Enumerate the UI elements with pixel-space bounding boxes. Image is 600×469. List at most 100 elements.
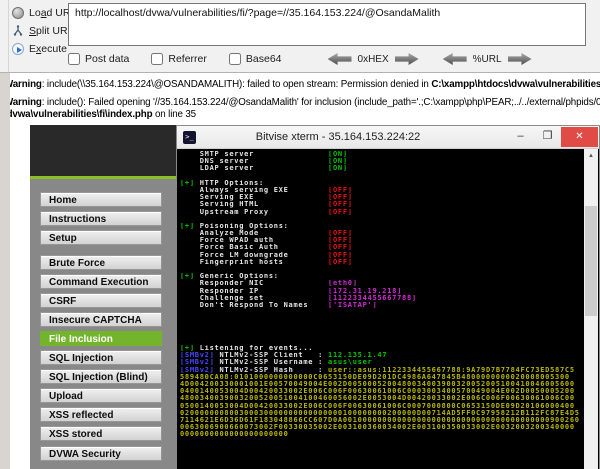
sidebar-item-xss-stored[interactable]: XSS stored <box>40 426 162 441</box>
sidebar-menu: Home Instructions Setup Brute Force Command … <box>40 192 162 465</box>
terminal-line: Responder NIC [eth0] <box>180 280 358 288</box>
referrer-checkbox[interactable] <box>151 53 164 65</box>
sidebar-item-instructions[interactable]: Instructions <box>40 211 162 226</box>
url-input[interactable]: http://localhost/dvwa/vulnerabilities/fi… <box>68 3 586 46</box>
sidebar-item-sql-injection[interactable]: SQL Injection <box>40 350 162 365</box>
terminal-content: SMTP server [ON] DNS server [ON] LDAP se… <box>177 149 599 469</box>
load-url-icon <box>12 7 24 19</box>
terminal-line: [SMBv2] NTLMv2-SSP Username : asus\user <box>180 359 373 367</box>
hex-label: 0xHEX <box>357 53 389 65</box>
maximize-button[interactable]: ❐ <box>534 127 561 147</box>
terminal-titlebar[interactable]: >_ Bitvise xterm - 35.164.153.224:22 – ❐… <box>177 126 599 149</box>
terminal-line: LDAP server [ON] <box>180 165 348 173</box>
php-warning-2: Warning: include(): Failed opening '//35… <box>4 97 600 120</box>
terminal-line: 0400140053004D00420033002E006C006F006300… <box>180 388 575 396</box>
referrer-checkbox-wrap: Referrer <box>151 53 207 65</box>
terminal-line: 7114621E6D36D61F183048866CC607D0A0010000… <box>180 416 580 424</box>
post-data-checkbox-wrap: Post data <box>68 53 129 65</box>
terminal-line: [+] Listening for events... <box>180 345 314 353</box>
terminal-line: Force LM downgrade [OFF] <box>180 251 353 259</box>
minimize-button[interactable]: – <box>507 127 534 147</box>
terminal-line: Analyze Mode [OFF] <box>180 230 353 238</box>
sidebar-item-csrf[interactable]: CSRF <box>40 293 162 308</box>
php-warning-1: Warning: include(\\35.164.153.224\@OSAND… <box>4 79 600 90</box>
terminal-line: SMTP server [ON] <box>180 151 348 158</box>
base64-checkbox[interactable] <box>228 53 241 65</box>
terminal-output: SMTP server [ON] DNS server [ON] LDAP se… <box>180 151 585 439</box>
hex-encode-arrow[interactable] <box>394 53 419 65</box>
base64-checkbox-wrap: Base64 <box>228 53 282 65</box>
hex-encoder-control: 0xHEX <box>327 53 419 65</box>
execute-label: Execute <box>29 43 67 55</box>
sidebar-item-insecure-captcha[interactable]: Insecure CAPTCHA <box>40 312 162 327</box>
execute-icon <box>12 43 24 55</box>
post-data-label: Post data <box>85 53 130 65</box>
sidebar-item-command-execution[interactable]: Command Execution <box>40 274 162 289</box>
terminal-line: Serving HTML [OFF] <box>180 201 353 209</box>
hackbar-toolbar: Load URL Split URL Execute http://localh… <box>0 0 600 73</box>
terminal-line: [+] Generic Options: <box>180 273 279 281</box>
referrer-label: Referrer <box>168 53 207 65</box>
terminal-line: 0200000008003000300000000000000001000000… <box>180 409 580 417</box>
window-controls: – ❐ ✕ <box>507 127 598 147</box>
terminal-line: [+] Poisoning Options: <box>180 222 289 230</box>
hex-decode-arrow[interactable] <box>327 53 352 65</box>
url-encoder-control: %URL <box>442 53 532 65</box>
sidebar-item-file-inclusion[interactable]: File Inclusion <box>40 331 162 346</box>
terminal-line: [+] HTTP Options: <box>180 179 264 187</box>
sidebar-item-brute-force[interactable]: Brute Force <box>40 255 162 270</box>
base64-label: Base64 <box>245 53 282 65</box>
terminal-line: Always serving EXE [OFF] <box>180 186 353 194</box>
sidebar-item-sql-injection-blind[interactable]: SQL Injection (Blind) <box>40 369 162 384</box>
terminal-line: Force Basic Auth [OFF] <box>180 244 353 252</box>
terminal-line: [SMBv2] NTLMv2-SSP Hash : user::asus:112… <box>180 366 575 374</box>
terminal-line: 4D004200330001001E00570049004E002D005000… <box>180 381 575 388</box>
terminal-scrollbar[interactable]: ▲ <box>584 149 598 469</box>
scrollbar-thumb[interactable] <box>585 206 597 316</box>
terminal-title: Bitvise xterm - 35.164.153.224:22 <box>255 131 421 143</box>
sidebar-item-dvwa-security[interactable]: DVWA Security <box>40 446 162 461</box>
split-url-label: Split URL <box>29 25 74 37</box>
sidebar-item-xss-reflected[interactable]: XSS reflected <box>40 407 162 422</box>
php-warnings: Warning: include(\\35.164.153.224\@OSAND… <box>0 73 600 121</box>
hackbar-options-row: Post data Referrer Base64 0xHEX %URL <box>68 50 532 68</box>
url-decode-arrow[interactable] <box>442 53 467 65</box>
terminal-line: Challenge set [1122334455667788] <box>180 294 417 302</box>
sidebar-item-home[interactable]: Home <box>40 192 162 207</box>
terminal-line: [SMBv2] NTLMv2-SSP Client : 112.135.1.47 <box>180 352 388 360</box>
terminal-line: 589480CA08:0101000000000000C0653150DE09D… <box>180 373 570 381</box>
execute-button[interactable]: Execute <box>12 41 68 57</box>
browser-left-edge <box>0 73 10 469</box>
terminal-line: Fingerprint hosts [OFF] <box>180 258 353 266</box>
post-data-checkbox[interactable] <box>68 53 80 65</box>
url-label: %URL <box>472 53 502 65</box>
terminal-line: Don't Respond To Names ['ISATAP'] <box>180 301 378 309</box>
scroll-up-arrow-icon[interactable]: ▲ <box>584 149 598 163</box>
url-encode-arrow[interactable] <box>507 53 532 65</box>
toolbar-edge-divider <box>0 0 9 72</box>
terminal-line: 0500140053004D00420033002E006C006F006300… <box>180 402 575 410</box>
terminal-window: >_ Bitvise xterm - 35.164.153.224:22 – ❐… <box>176 125 600 469</box>
close-button[interactable]: ✕ <box>561 127 598 147</box>
terminal-line: DNS server [ON] <box>180 158 348 166</box>
split-url-button[interactable]: Split URL <box>12 23 73 39</box>
terminal-line: 4800340039003200520051004100460056002E00… <box>180 395 575 403</box>
terminal-line: Force WPAD auth [OFF] <box>180 237 353 245</box>
sidebar-item-setup[interactable]: Setup <box>40 230 162 245</box>
split-url-icon <box>12 25 24 37</box>
sidebar-item-upload[interactable]: Upload <box>40 388 162 403</box>
terminal-line: 0063006900660073002F00330035002E00310036… <box>180 424 575 432</box>
terminal-line: Responder IP [172.31.19.218] <box>180 287 403 295</box>
terminal-line: Upstream Proxy [OFF] <box>180 208 353 216</box>
screen: Load URL Split URL Execute http://localh… <box>0 0 600 469</box>
load-url-button[interactable]: Load URL <box>12 5 76 21</box>
hackbar-actions: Load URL Split URL Execute <box>12 5 76 59</box>
